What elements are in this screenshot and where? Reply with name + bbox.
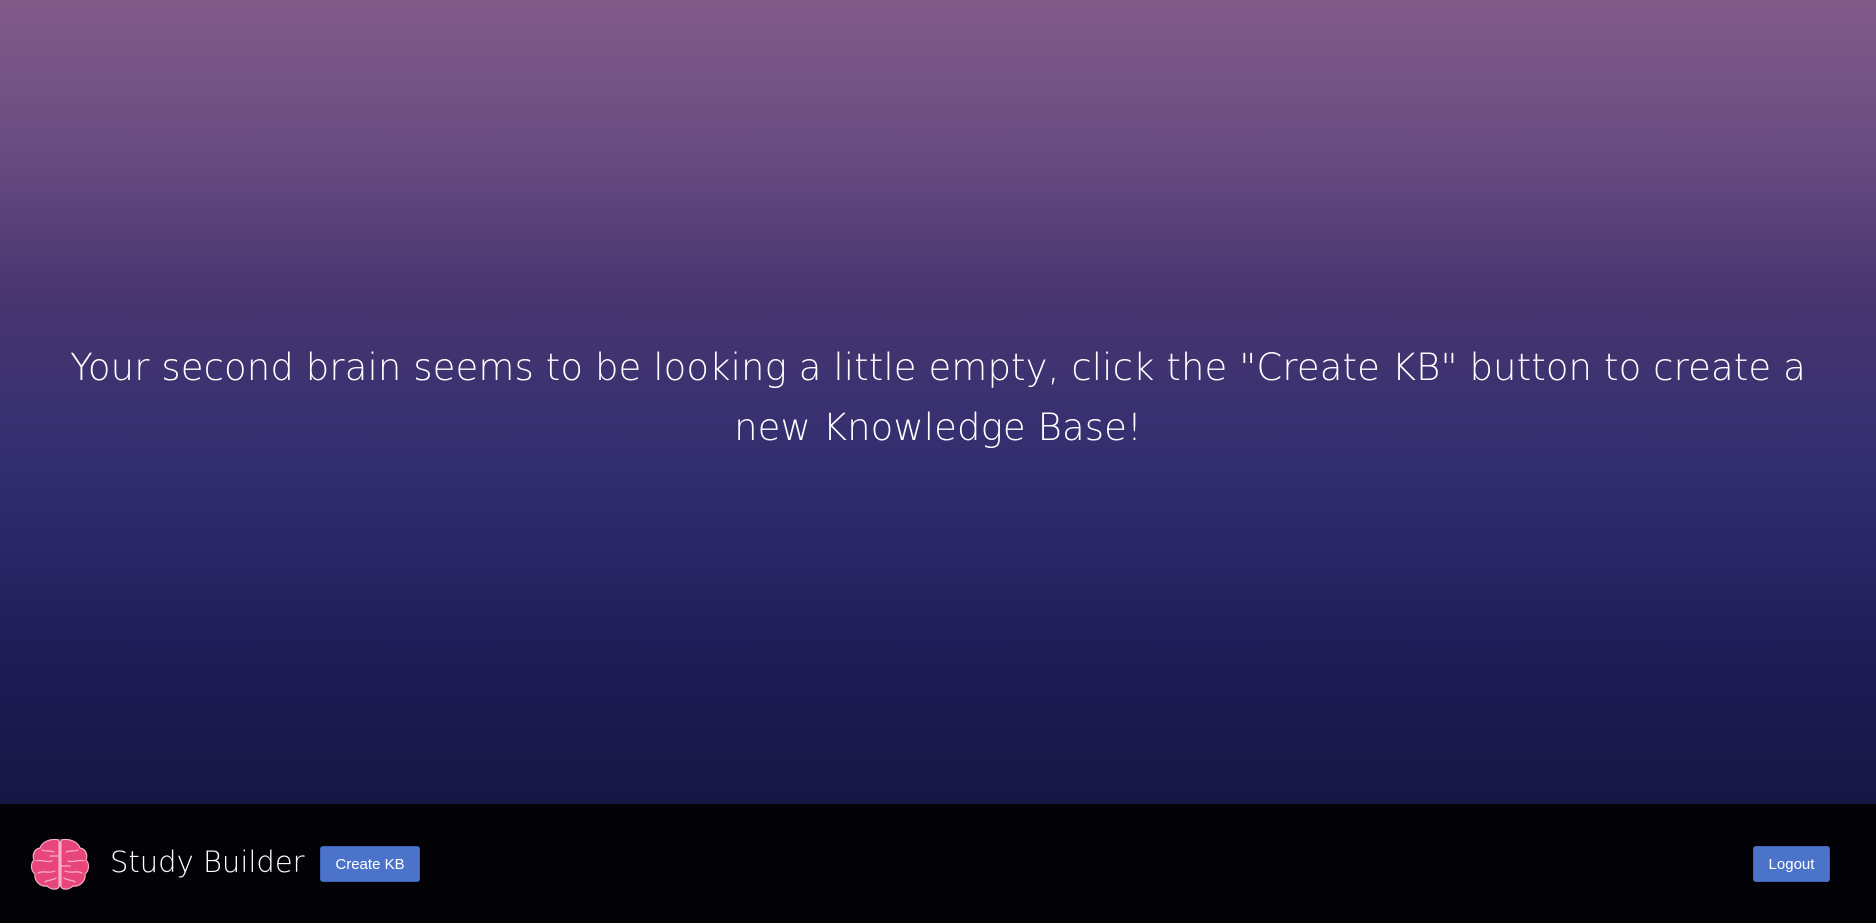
empty-state-message: Your second brain seems to be looking a … — [70, 346, 1806, 449]
brand-name: Study Builder — [110, 845, 305, 879]
main-area: Your second brain seems to be looking a … — [0, 0, 1876, 804]
logout-button[interactable]: Logout — [1753, 846, 1830, 882]
footer-bar: Study Builder Create KB Logout — [0, 804, 1876, 923]
app-page: Your second brain seems to be looking a … — [0, 0, 1876, 923]
brain-icon — [30, 836, 90, 892]
create-kb-button[interactable]: Create KB — [320, 846, 420, 882]
